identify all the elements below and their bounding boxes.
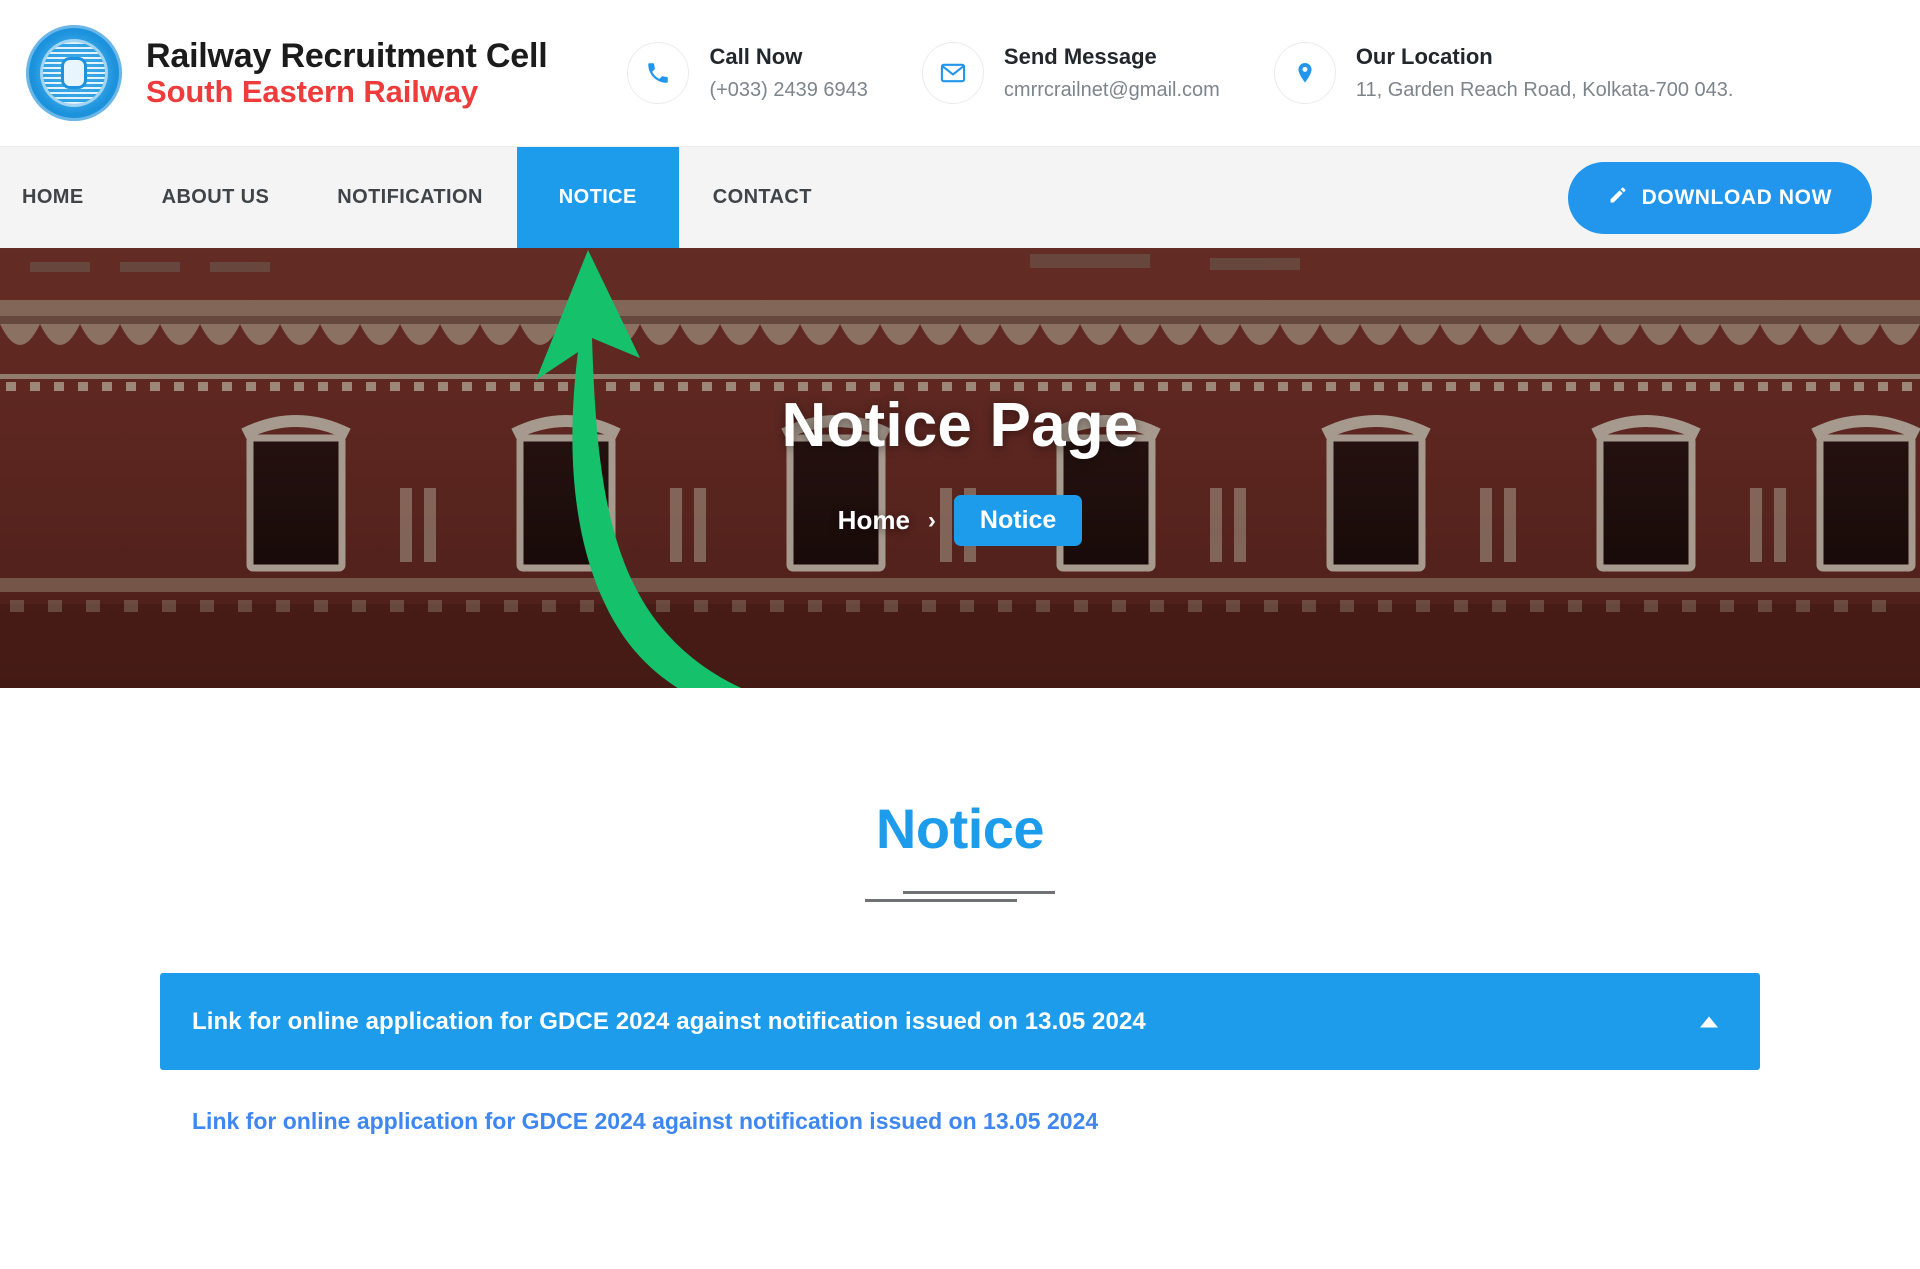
- contact-our-location[interactable]: Our Location 11, Garden Reach Road, Kolk…: [1273, 42, 1734, 104]
- contact-call-value: (+033) 2439 6943: [709, 78, 868, 101]
- section-title: Notice: [875, 797, 1045, 860]
- nav-item-about-us-label: ABOUT US: [161, 186, 270, 208]
- nav-item-notification-label: NOTIFICATION: [337, 186, 483, 208]
- accordion-header-label: Link for online application for GDCE 202…: [192, 1007, 1146, 1035]
- brand-text: Railway Recruitment Cell South Eastern R…: [146, 36, 548, 110]
- hero-content: Notice Page Home › Notice: [0, 248, 1920, 688]
- notice-accordion: Link for online application for GDCE 202…: [160, 973, 1760, 1135]
- breadcrumb-home-link[interactable]: Home: [838, 505, 910, 536]
- brand-title-secondary: South Eastern Railway: [146, 73, 479, 109]
- breadcrumb-current: Notice: [953, 495, 1083, 546]
- nav-item-contact-label: CONTACT: [712, 186, 812, 208]
- notice-download-link[interactable]: Link for online application for GDCE 202…: [192, 1108, 1098, 1134]
- contact-location-value: 11, Garden Reach Road, Kolkata-700 043.: [1355, 78, 1734, 101]
- header-contacts: Call Now (+033) 2439 6943 Send Message c…: [627, 42, 1902, 104]
- nav-item-list: HOME ABOUT US NOTIFICATION NOTICE CONTAC…: [0, 147, 846, 248]
- envelope-icon: [921, 42, 984, 104]
- accordion-body: Link for online application for GDCE 202…: [160, 1070, 1760, 1135]
- nav-item-about-us[interactable]: ABOUT US: [128, 147, 304, 248]
- hero-banner: Notice Page Home › Notice: [0, 248, 1920, 688]
- contact-send-message[interactable]: Send Message cmrrcrailnet@gmail.com: [921, 42, 1220, 104]
- brand-title-primary: Railway Recruitment Cell: [146, 36, 548, 75]
- download-button-wrap: DOWNLOAD NOW: [1567, 147, 1920, 248]
- contact-call-now[interactable]: Call Now (+033) 2439 6943: [627, 42, 868, 104]
- download-now-button[interactable]: DOWNLOAD NOW: [1567, 161, 1872, 234]
- notice-section-header: Notice: [0, 688, 1920, 905]
- contact-email-value: cmrrcrailnet@gmail.com: [1003, 78, 1220, 101]
- nav-item-contact[interactable]: CONTACT: [679, 147, 846, 248]
- pencil-icon: [1608, 185, 1628, 211]
- main-content: Notice Link for online application for G…: [0, 688, 1920, 1135]
- nav-item-notice[interactable]: NOTICE: [516, 147, 679, 248]
- chevron-right-icon: ›: [927, 506, 936, 534]
- nav-item-home-label: HOME: [22, 186, 84, 208]
- railway-emblem-icon: [22, 21, 126, 125]
- nav-item-notification[interactable]: NOTIFICATION: [303, 147, 517, 248]
- breadcrumb: Home › Notice: [838, 495, 1083, 546]
- contact-email-title: Send Message: [1003, 44, 1157, 70]
- main-navigation: HOME ABOUT US NOTIFICATION NOTICE CONTAC…: [0, 146, 1920, 248]
- site-header: Railway Recruitment Cell South Eastern R…: [0, 0, 1920, 146]
- contact-location-title: Our Location: [1355, 44, 1493, 70]
- map-pin-icon: [1273, 42, 1336, 104]
- accordion-header[interactable]: Link for online application for GDCE 202…: [160, 973, 1760, 1070]
- contact-call-title: Call Now: [709, 44, 803, 70]
- nav-item-notice-label: NOTICE: [558, 186, 637, 208]
- nav-item-home[interactable]: HOME: [0, 147, 128, 248]
- brand-block[interactable]: Railway Recruitment Cell South Eastern R…: [22, 21, 548, 125]
- title-divider: [865, 891, 1055, 905]
- page-title: Notice Page: [781, 391, 1139, 460]
- chevron-up-icon[interactable]: [1696, 1009, 1722, 1035]
- phone-icon: [627, 42, 690, 104]
- download-now-label: DOWNLOAD NOW: [1641, 185, 1832, 209]
